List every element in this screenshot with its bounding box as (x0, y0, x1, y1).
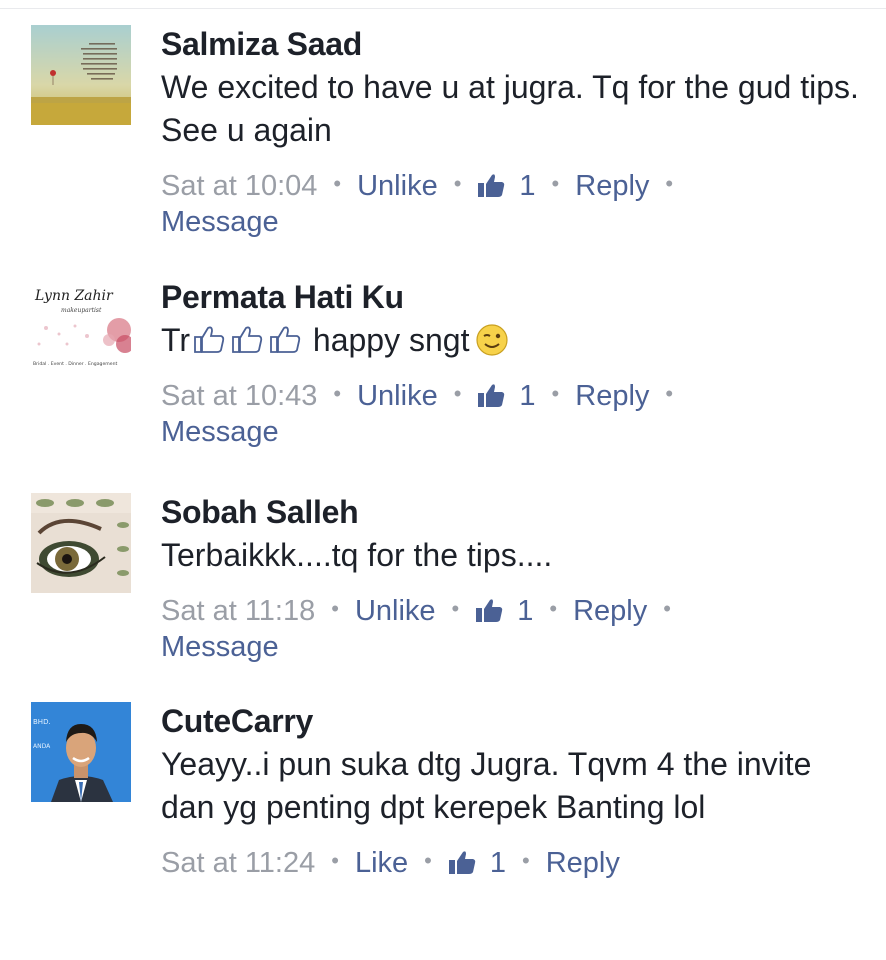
avatar[interactable]: Lynn Zahir makeupartist Bridal . Event .… (31, 278, 131, 378)
wink-emoji-icon (476, 324, 509, 356)
like-count-value: 1 (517, 595, 534, 627)
author-name[interactable]: Permata Hati Ku (161, 278, 861, 316)
avatar-caption: Bridal . Event . Dinner . Engagement (33, 361, 117, 367)
separator: • (424, 848, 432, 873)
timestamp[interactable]: Sat at 11:18 (161, 595, 315, 627)
author-name[interactable]: CuteCarry (161, 702, 861, 740)
avatar[interactable] (31, 25, 131, 125)
like-count[interactable]: 1 (475, 595, 533, 627)
author-name[interactable]: Salmiza Saad (161, 25, 861, 63)
unlike-button[interactable]: Unlike (355, 595, 436, 627)
author-name[interactable]: Sobah Salleh (161, 493, 861, 531)
message-button[interactable]: Message (161, 206, 279, 238)
avatar[interactable]: BHD. ANDA (31, 702, 131, 802)
timestamp[interactable]: Sat at 11:24 (161, 847, 315, 879)
avatar-subtitle: makeupartist (61, 307, 102, 314)
avatar-text: ANDA (33, 743, 51, 750)
separator: • (453, 381, 462, 406)
like-count[interactable]: 1 (477, 170, 536, 202)
separator: • (549, 596, 558, 621)
separator: • (665, 171, 674, 196)
reply-button[interactable]: Reply (575, 170, 649, 202)
separator: • (665, 381, 674, 406)
separator: • (663, 596, 671, 621)
reply-button[interactable]: Reply (546, 847, 620, 879)
separator: • (522, 848, 530, 873)
thumbs-up-icon (478, 384, 505, 407)
like-count-value: 1 (519, 170, 536, 202)
thumbs-up-emoji-icon (270, 326, 301, 353)
separator: • (333, 171, 342, 196)
timestamp[interactable]: Sat at 10:04 (161, 170, 317, 202)
avatar-title: Lynn Zahir (34, 288, 114, 304)
comment-text-prefix: Tr (161, 322, 191, 358)
reply-button[interactable]: Reply (573, 595, 647, 627)
comment-text: Yeayy..i pun suka dtg Jugra. Tqvm 4 the … (161, 746, 812, 825)
unlike-button[interactable]: Unlike (357, 380, 438, 412)
reply-button[interactable]: Reply (575, 380, 649, 412)
separator: • (551, 381, 560, 406)
comment-actions: Sat at 11:18 • Unlike • 1 • Reply • Message (161, 591, 861, 665)
like-count[interactable]: 1 (448, 847, 506, 879)
separator: • (451, 596, 460, 621)
comment-text: We excited to have u at jugra. Tq for th… (161, 69, 859, 148)
separator: • (551, 171, 560, 196)
separator: • (453, 171, 462, 196)
unlike-button[interactable]: Unlike (357, 170, 438, 202)
timestamp[interactable]: Sat at 10:43 (161, 380, 317, 412)
comment-text-suffix: happy sngt (312, 322, 470, 358)
like-button[interactable]: Like (355, 847, 408, 879)
divider (0, 8, 886, 9)
comment-actions: Sat at 11:24 • Like • 1 • Reply (161, 843, 861, 881)
comment-actions: Sat at 10:04 • Unlike • 1 • Reply • Message (161, 166, 861, 240)
thumbs-up-icon (476, 599, 503, 622)
comment-text: Tr happy sngt (161, 319, 861, 362)
thumbs-up-emoji-icon (232, 326, 263, 353)
separator: • (331, 848, 339, 873)
message-button[interactable]: Message (161, 416, 279, 448)
avatar[interactable] (31, 493, 131, 593)
comment-text: Terbaikkk....tq for the tips.... (161, 537, 553, 573)
comment-actions: Sat at 10:43 • Unlike • 1 • Reply • Message (161, 376, 861, 450)
separator: • (333, 381, 342, 406)
thumbs-up-emoji-icon (194, 326, 225, 353)
like-count-value: 1 (519, 380, 536, 412)
thumbs-up-icon (448, 851, 476, 874)
like-count[interactable]: 1 (477, 380, 536, 412)
comments-page: Salmiza Saad We excited to have u at jug… (0, 0, 886, 960)
message-button[interactable]: Message (161, 631, 279, 663)
separator: • (331, 596, 339, 621)
avatar-text: BHD. (33, 718, 51, 726)
like-count-value: 1 (489, 847, 506, 879)
thumbs-up-icon (478, 174, 505, 197)
